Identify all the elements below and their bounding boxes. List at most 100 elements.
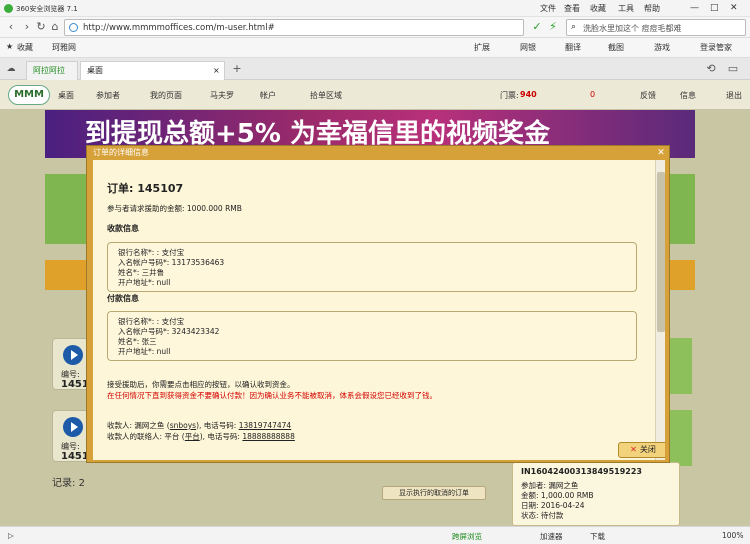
status-cross-screen[interactable]: 跨屏浏览 [452, 531, 482, 542]
receiver-contact-phone[interactable]: 13819747474 [239, 421, 292, 430]
page-content: MMM 桌面 参加者 我的页面 马夫罗 帐户 拾单区域 门票: 940 0 反馈… [0, 80, 750, 526]
window-titlebar: 360安全浏览器 7.1 文件 查看 收藏 工具 帮助 — □ ✕ [0, 0, 750, 17]
payer-contact-user[interactable]: 平台 [185, 432, 200, 441]
payer-address: 开户地址*: null [118, 347, 171, 356]
payer-contact-phone[interactable]: 18888888888 [242, 432, 295, 441]
favorites-bar: ★ 收藏 珂雅网 扩展 网银 翻译 截图 游戏 登录管家 [0, 38, 750, 58]
receiver-section-title: 收款信息 [107, 224, 139, 233]
maximize-icon[interactable]: □ [710, 3, 719, 13]
status-arrow-icon[interactable]: ▷ [8, 531, 14, 540]
favorites-star-icon[interactable]: ★ [6, 42, 13, 51]
request-amount: 参与者请求援助的金额: 1000.000 RMB [107, 204, 242, 213]
search-input[interactable]: ⌕ 洗脸水里加这个 痘痘毛都难 [566, 19, 746, 36]
tab-desktop[interactable]: 桌面 × [80, 61, 225, 80]
site-menu-order-area[interactable]: 拾单区域 [310, 90, 342, 101]
tab-cross-screen[interactable]: 阿拉阿拉 [26, 61, 78, 80]
confirm-note: 接受援助后，你需要点击相应的按钮，以确认收到资金。 [107, 380, 295, 389]
close-button[interactable]: ✕ 关闭 [618, 442, 665, 458]
browser-logo-icon [4, 4, 13, 13]
receiver-contact-user[interactable]: snboys [170, 421, 196, 430]
card-id-value: 1451 [61, 451, 89, 462]
menu-favorites[interactable]: 收藏 [590, 3, 606, 14]
dialog-scrollbar[interactable] [655, 160, 665, 460]
records-value: 2 [78, 478, 85, 489]
tab-list-icon[interactable]: ▭ [726, 62, 740, 76]
records-count: 记录: 2 [52, 474, 85, 489]
search-placeholder: 洗脸水里加这个 痘痘毛都难 [583, 24, 682, 33]
refresh-icon[interactable]: ↻ [34, 20, 48, 34]
lightning-icon[interactable]: ⚡ [546, 20, 560, 34]
status-accelerator[interactable]: 加速器 [540, 531, 563, 542]
close-window-icon[interactable]: ✕ [730, 3, 738, 13]
favorites-button[interactable]: 收藏 [17, 42, 33, 53]
order-status: 状态: 待付款 [521, 511, 564, 520]
tab-strip: ☁ 阿拉阿拉 桌面 × + ⟲ ▭ [0, 58, 750, 80]
tool-online-banking[interactable]: 网银 [520, 42, 536, 53]
tab-close-icon[interactable]: × [213, 62, 220, 79]
tool-translate[interactable]: 翻译 [565, 42, 581, 53]
site-menu-messages[interactable]: 信息 [680, 90, 696, 101]
restore-tab-icon[interactable]: ⟲ [704, 62, 718, 76]
tool-screenshot[interactable]: 截图 [608, 42, 624, 53]
security-icon[interactable]: ✓ [530, 20, 544, 34]
receiver-address: 开户地址*: null [118, 278, 171, 287]
site-menu-logout[interactable]: 退出 [726, 90, 742, 101]
play-icon[interactable] [63, 417, 83, 437]
payer-contact: 收款人的联络人: 平台 (平台), 电话号码: 18888888888 [107, 432, 295, 441]
site-menu-my-page[interactable]: 我的页面 [150, 90, 182, 101]
order-card[interactable]: IN16042400313849519223 参加者: 漏网之鱼 金额: 1,0… [512, 462, 680, 526]
ticket-label: 门票: [500, 91, 519, 100]
site-menu-bar: MMM 桌面 参加者 我的页面 马夫罗 帐户 拾单区域 门票: 940 0 反馈… [0, 80, 750, 110]
globe-icon [69, 23, 78, 32]
show-cancelled-orders-button[interactable]: 显示执行的取消的订单 [382, 486, 486, 500]
card-id-value: 1451 [61, 379, 89, 390]
search-icon: ⌕ [571, 22, 577, 32]
site-menu-feedback[interactable]: 反馈 [640, 90, 656, 101]
warning-note: 在任何情况下直到获得资金不要确认付款！因为确认业务不能被取消，体系会假设您已经收… [107, 391, 437, 400]
forward-icon[interactable]: › [20, 20, 34, 34]
menu-view[interactable]: 查看 [564, 3, 580, 14]
dialog-close-icon[interactable]: ✕ [655, 147, 667, 159]
order-id: IN16042400313849519223 [521, 467, 642, 476]
menu-tools[interactable]: 工具 [618, 3, 634, 14]
home-icon[interactable]: ⌂ [48, 20, 62, 34]
menu-file[interactable]: 文件 [540, 3, 556, 14]
tool-extensions[interactable]: 扩展 [474, 42, 490, 53]
close-button-label: 关闭 [639, 445, 656, 454]
notification-count[interactable]: 0 [590, 90, 595, 99]
status-download[interactable]: 下载 [590, 531, 605, 542]
close-x-icon: ✕ [630, 445, 637, 454]
status-bar: ▷ 跨屏浏览 加速器 下载 100% [0, 526, 750, 544]
receiver-info-box: 银行名称*: : 支付宝 入名帐户号码*: 13173536463 姓名*: 三… [107, 242, 637, 292]
new-tab-icon[interactable]: + [230, 62, 244, 76]
records-label: 记录: [52, 478, 76, 489]
tab-desktop-label: 桌面 [87, 66, 103, 75]
tool-login-manager[interactable]: 登录管家 [700, 42, 732, 53]
payer-info-box: 银行名称*: : 支付宝 入名帐户号码*: 3243423342 姓名*: 张三… [107, 311, 637, 361]
site-menu-participants[interactable]: 参加者 [96, 90, 120, 101]
dialog-scroll-thumb[interactable] [657, 172, 665, 332]
tool-games[interactable]: 游戏 [654, 42, 670, 53]
dialog-body: 订单: 145107 参与者请求援助的金额: 1000.000 RMB 收款信息… [93, 160, 665, 460]
dialog-header: 订单的详细信息 [93, 148, 149, 157]
site-menu-desktop[interactable]: 桌面 [58, 90, 74, 101]
status-zoom[interactable]: 100% [722, 531, 743, 540]
window-title: 360安全浏览器 7.1 [16, 5, 78, 13]
address-bar[interactable]: http://www.mmmmoffices.com/m-user.html# [64, 19, 524, 36]
payer-section-title: 付款信息 [107, 294, 139, 303]
back-icon[interactable]: ‹ [4, 20, 18, 34]
site-menu-account[interactable]: 帐户 [260, 90, 276, 101]
favorite-item-keya[interactable]: 珂雅网 [52, 42, 76, 53]
receiver-contact: 收款人: 漏网之鱼 (snboys), 电话号码: 13819747474 [107, 421, 292, 430]
site-logo[interactable]: MMM [8, 85, 50, 105]
site-menu-mavro[interactable]: 马夫罗 [210, 90, 234, 101]
url-text: http://www.mmmmoffices.com/m-user.html# [83, 23, 275, 33]
play-icon[interactable] [63, 345, 83, 365]
ticket-value: 940 [520, 90, 537, 99]
order-details-dialog: 订单的详细信息 ✕ 订单: 145107 参与者请求援助的金额: 1000.00… [86, 145, 670, 463]
order-title: 订单: 145107 [107, 182, 184, 195]
menu-help[interactable]: 帮助 [644, 3, 660, 14]
minimize-icon[interactable]: — [690, 3, 699, 13]
navigation-bar: ‹ › ↻ ⌂ http://www.mmmmoffices.com/m-use… [0, 17, 750, 38]
cloud-icon[interactable]: ☁ [4, 62, 18, 76]
